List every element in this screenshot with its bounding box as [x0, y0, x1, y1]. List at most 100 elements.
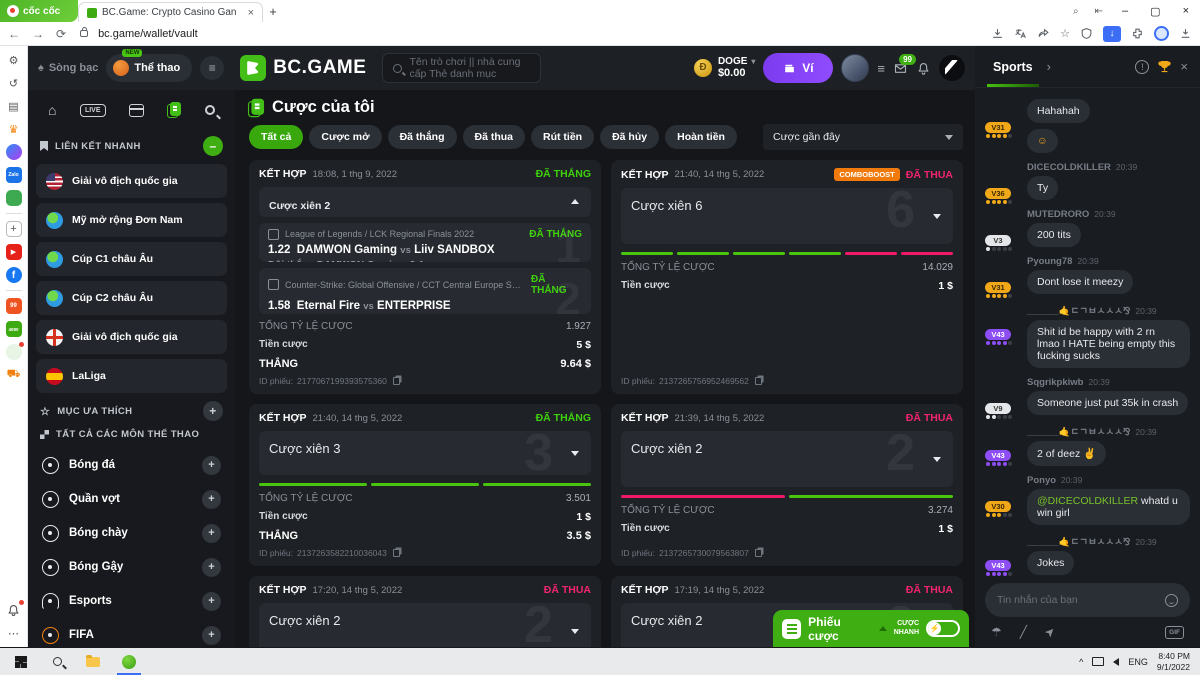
copy-icon[interactable]	[755, 549, 762, 557]
chat-message-input[interactable]	[997, 594, 1157, 606]
filter-lost[interactable]: Đã thua	[463, 125, 526, 149]
trophy-icon[interactable]	[1157, 59, 1172, 74]
save-page-icon[interactable]	[991, 27, 1004, 40]
filter-open[interactable]: Cược mở	[309, 125, 381, 149]
username[interactable]: ______🤙ㄷㄱㅂㅅㅅㅅ⅋	[1027, 303, 1130, 317]
expand-plus-icon[interactable]: +	[202, 592, 221, 611]
volume-icon[interactable]	[1113, 658, 1119, 666]
add-shortcut-icon[interactable]: +	[6, 221, 22, 237]
chat-toggle-icon[interactable]	[939, 55, 965, 81]
expand-icon[interactable]	[933, 214, 941, 219]
username[interactable]: ______🤙ㄷㄱㅂㅅㅅㅅ⅋	[1027, 534, 1130, 548]
forward-button[interactable]: →	[32, 27, 44, 41]
more-menu-icon[interactable]: ⋯	[6, 625, 22, 641]
translate-icon[interactable]	[1014, 27, 1027, 40]
notification-bell-icon[interactable]	[6, 602, 22, 618]
quick-link-europa-league[interactable]: Cúp C2 châu Âu	[36, 281, 227, 315]
mode-menu-button[interactable]: ≡	[200, 56, 224, 80]
game-4080-icon[interactable]: 4080	[6, 321, 22, 337]
history-icon[interactable]: ↺	[6, 75, 22, 91]
file-explorer-button[interactable]	[76, 648, 110, 675]
url-text[interactable]: bc.game/wallet/vault	[98, 28, 981, 40]
copy-icon[interactable]	[755, 377, 762, 385]
facebook-icon[interactable]: f	[6, 267, 22, 283]
messages-icon[interactable]: 99	[893, 61, 908, 76]
gif-icon[interactable]: GIF	[1165, 626, 1184, 639]
sidebar-item-fifa[interactable]: FIFA+	[36, 618, 227, 647]
chat-close-icon[interactable]: ×	[1180, 59, 1188, 74]
home-icon[interactable]: ⌂	[48, 102, 56, 118]
bookmark-star-icon[interactable]: ☆	[1060, 27, 1070, 40]
bet-name-row[interactable]: Cược xiên 6 6	[621, 188, 953, 244]
shopee-icon[interactable]: 99	[6, 298, 22, 314]
crown-icon[interactable]: ♛	[6, 121, 22, 137]
extensions-puzzle-icon[interactable]	[1131, 27, 1144, 40]
reopen-tab-icon[interactable]: ⇤	[1087, 0, 1111, 22]
expand-plus-icon[interactable]: +	[202, 456, 221, 475]
games-icon[interactable]	[6, 190, 22, 206]
sidebar-item-esports[interactable]: Esports+	[36, 584, 227, 618]
bet-name-row[interactable]: Cược xiên 2	[259, 187, 591, 217]
notifications-bell-icon[interactable]	[916, 61, 931, 76]
tray-expand-icon[interactable]: ^	[1079, 657, 1083, 667]
chat-tab-sports[interactable]: Sports	[987, 46, 1039, 87]
username[interactable]: MUTEDRORO	[1027, 209, 1089, 220]
quick-bet-toggle[interactable]	[926, 620, 960, 637]
window-minimize-button[interactable]: –	[1111, 5, 1139, 17]
sort-dropdown[interactable]: Cược gần đây	[763, 124, 963, 150]
cart-icon[interactable]: ⛟	[6, 367, 22, 383]
emoji-picker-icon[interactable]	[1165, 594, 1178, 607]
username[interactable]: ______🤙ㄷㄱㅂㅅㅅㅅ⅋	[1027, 424, 1130, 438]
settings-gear-icon[interactable]: ⚙	[6, 52, 22, 68]
quick-link-laliga[interactable]: LaLiga	[36, 359, 227, 393]
chat-rules-info-icon[interactable]: !	[1135, 60, 1149, 74]
user-mention[interactable]: @DICECOLDKILLER	[1037, 495, 1138, 507]
new-tab-button[interactable]: +	[263, 0, 283, 22]
reload-button[interactable]: ⟳	[56, 27, 66, 41]
user-avatar[interactable]	[841, 54, 869, 82]
casino-toggle[interactable]: ♠ Sòng bạc	[38, 62, 98, 74]
expand-icon[interactable]	[933, 457, 941, 462]
sidebar-item-cricket[interactable]: Bóng Gậy+	[36, 550, 227, 584]
quick-link-nfl[interactable]: Giải vô địch quốc gia	[36, 164, 227, 198]
share-icon[interactable]	[1037, 27, 1050, 40]
balance-selector[interactable]: Ð DOGE▾ $0.00	[694, 56, 755, 80]
expand-plus-icon[interactable]: +	[202, 524, 221, 543]
username[interactable]: DICECOLDKILLER	[1027, 162, 1111, 173]
quick-link-premier-league[interactable]: Giải vô địch quốc gia	[36, 320, 227, 354]
browser-tab[interactable]: BC.Game: Crypto Casino Gan ×	[78, 2, 263, 22]
sidebar-item-baseball[interactable]: Bóng chày+	[36, 516, 227, 550]
newsfeed-icon[interactable]: ▤	[6, 98, 22, 114]
window-maximize-button[interactable]: ▢	[1139, 5, 1171, 18]
quick-link-us-open[interactable]: Mỹ mở rộng Đơn Nam	[36, 203, 227, 237]
bcgame-logo[interactable]: BC.GAME	[240, 55, 366, 81]
tab-search-icon[interactable]: ⌕	[1065, 0, 1087, 22]
bet-name-row[interactable]: Cược xiên 2 2	[621, 431, 953, 487]
network-icon[interactable]	[1092, 657, 1104, 666]
browser-profile-avatar[interactable]	[1154, 26, 1169, 41]
add-favorite-button[interactable]: +	[203, 401, 223, 421]
user-menu-icon[interactable]: ≡	[877, 61, 885, 76]
expand-plus-icon[interactable]: +	[202, 558, 221, 577]
username[interactable]: Ponyo	[1027, 475, 1056, 486]
live-icon[interactable]: LIVE	[80, 104, 106, 117]
sidebar-item-tennis[interactable]: Quần vợt+	[36, 482, 227, 516]
wallet-button[interactable]: Ví	[763, 53, 833, 83]
rain-icon[interactable]: ☂	[991, 625, 1002, 639]
download-active-icon[interactable]: ↓	[1103, 26, 1121, 42]
expand-plus-icon[interactable]: +	[202, 626, 221, 645]
collapse-icon[interactable]	[571, 199, 579, 204]
bet-slip-widget[interactable]: Phiếu cược CƯỢCNHANH	[773, 610, 969, 647]
downloads-tray-icon[interactable]	[1179, 27, 1192, 40]
calendar-icon[interactable]	[129, 104, 144, 117]
youtube-icon[interactable]: ▶	[6, 244, 22, 260]
filter-refund[interactable]: Hoàn tiền	[665, 125, 737, 149]
draw-icon[interactable]: ╱	[1020, 625, 1027, 639]
window-close-button[interactable]: ×	[1172, 5, 1200, 17]
back-button[interactable]: ←	[8, 27, 20, 41]
taskbar-search-button[interactable]	[40, 648, 74, 675]
sports-toggle[interactable]: Thể thao NEW	[106, 54, 192, 82]
coccoc-taskbar-button[interactable]	[112, 648, 146, 675]
copy-icon[interactable]	[393, 549, 400, 557]
quick-link-champions-league[interactable]: Cúp C1 châu Âu	[36, 242, 227, 276]
